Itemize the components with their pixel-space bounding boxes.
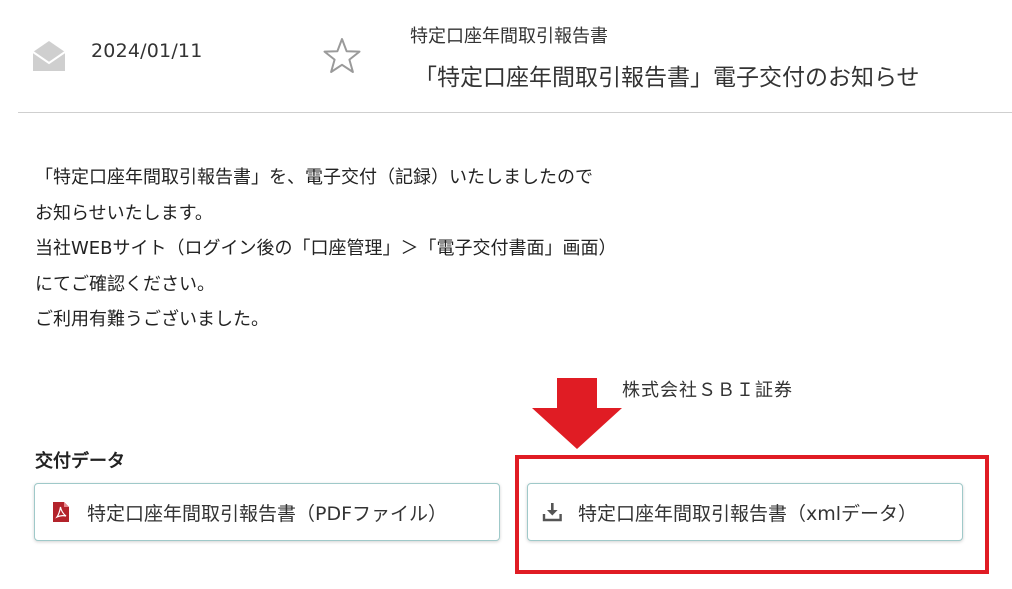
body-line: 当社WEBサイト（ログイン後の「口座管理」＞「電子交付書面」画面） [35,238,617,259]
body-line: にてご確認ください。 [35,273,215,295]
body-line: ご利用有難うございました。 [35,309,269,330]
annotation-arrow-down [532,378,622,449]
pdf-file-icon [53,502,69,522]
attachments-heading: 交付データ [35,451,125,472]
message-category: 特定口座年間取引報告書 [410,26,608,47]
pdf-button-label: 特定口座年間取引報告書（PDFファイル） [87,502,448,525]
pdf-download-button[interactable]: 特定口座年間取引報告書（PDFファイル） [34,483,500,541]
annotation-highlight-box [515,455,989,574]
header-divider [18,112,1012,113]
body-line: お知らせいたします。 [35,202,213,224]
message-body: 「特定口座年間取引報告書」を、電子交付（記録）いたしましたので お知らせいたしま… [35,160,617,338]
star-icon[interactable] [322,36,362,76]
message-subject: 「特定口座年間取引報告書」電子交付のお知らせ [414,65,920,91]
envelope-icon [32,41,66,71]
message-date: 2024/01/11 [91,40,203,62]
company-signature: 株式会社ＳＢＩ証券 [622,380,793,401]
body-line: 「特定口座年間取引報告書」を、電子交付（記録）いたしましたので [35,167,593,188]
